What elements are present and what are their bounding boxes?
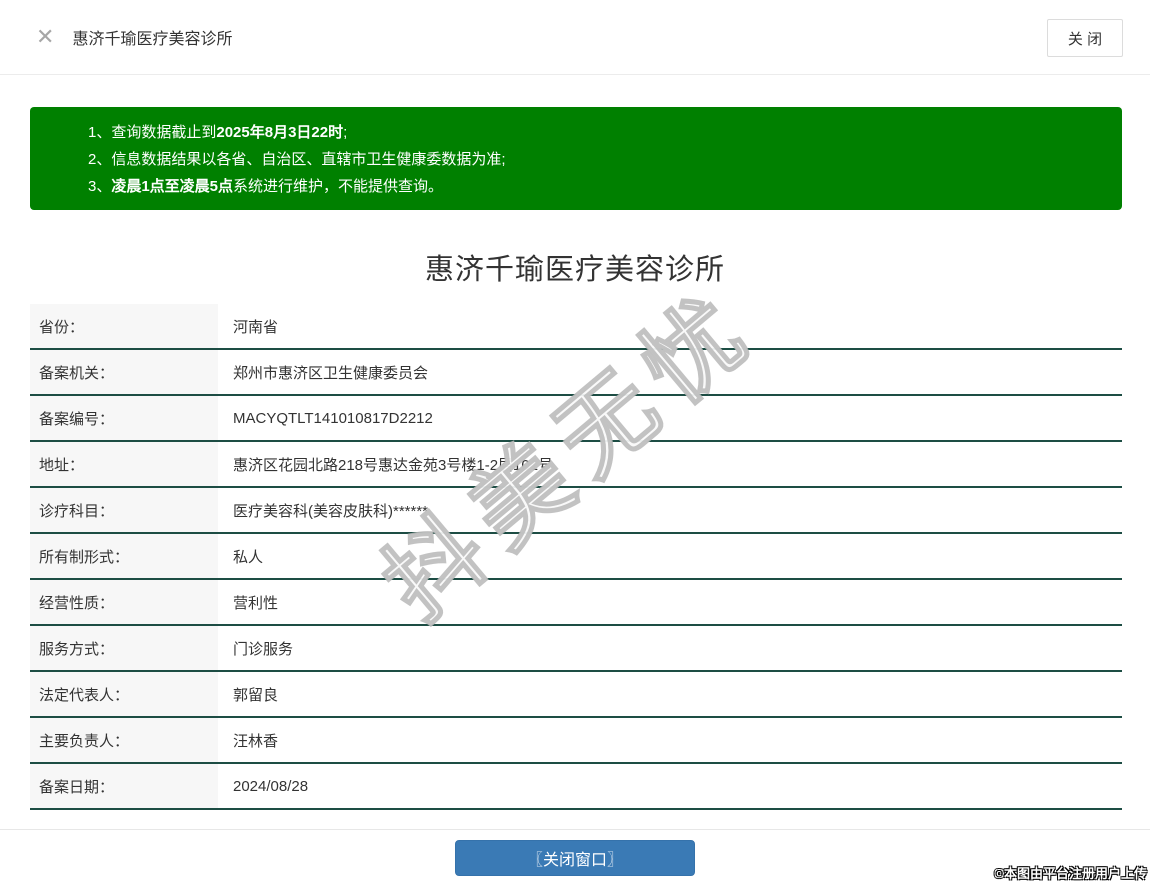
table-row: 备案日期： 2024/08/28 xyxy=(30,764,1122,810)
row-label: 备案编号： xyxy=(30,396,218,440)
notice-box: 1、查询数据截止到2025年8月3日22时; 2、信息数据结果以各省、自治区、直… xyxy=(30,107,1122,210)
row-value: 医疗美容科(美容皮肤科)****** xyxy=(218,488,1122,532)
notice-text: ; xyxy=(343,124,348,141)
table-row: 所有制形式： 私人 xyxy=(30,534,1122,580)
bottom-divider xyxy=(0,829,1150,830)
row-value: 惠济区花园北路218号惠达金苑3号楼1-2层101号 xyxy=(218,442,1122,486)
notice-num: 2、 xyxy=(88,151,112,168)
notice-text: 信息数据结果以各省、自治区、直辖市卫生健康委数据为准; xyxy=(111,151,506,168)
table-row: 法定代表人： 郭留良 xyxy=(30,672,1122,718)
notice-bold: 2025年8月3日22时 xyxy=(216,124,344,141)
row-value: 私人 xyxy=(218,534,1122,578)
notice-num: 3、 xyxy=(88,178,112,195)
notice-line-1: 1、查询数据截止到2025年8月3日22时; xyxy=(88,119,1102,146)
table-row: 备案机关： 郑州市惠济区卫生健康委员会 xyxy=(30,350,1122,396)
notice-num: 1、 xyxy=(88,124,112,141)
row-value: 汪林香 xyxy=(218,718,1122,762)
table-row: 主要负责人： 汪林香 xyxy=(30,718,1122,764)
notice-line-3: 3、凌晨1点至凌晨5点系统进行维护，不能提供查询。 xyxy=(88,173,1102,200)
row-value: 郭留良 xyxy=(218,672,1122,716)
row-label: 备案机关： xyxy=(30,350,218,394)
row-label: 经营性质： xyxy=(30,580,218,624)
info-table: 省份： 河南省 备案机关： 郑州市惠济区卫生健康委员会 备案编号： MACYQT… xyxy=(30,304,1122,810)
row-value: 门诊服务 xyxy=(218,626,1122,670)
close-button[interactable]: 关 闭 xyxy=(1047,19,1123,57)
row-value: 郑州市惠济区卫生健康委员会 xyxy=(218,350,1122,394)
row-label: 法定代表人： xyxy=(30,672,218,716)
row-label: 服务方式： xyxy=(30,626,218,670)
row-label: 所有制形式： xyxy=(30,534,218,578)
notice-line-2: 2、信息数据结果以各省、自治区、直辖市卫生健康委数据为准; xyxy=(88,146,1102,173)
top-bar: ✕ 惠济千瑜医疗美容诊所 关 闭 xyxy=(0,0,1150,75)
row-label: 主要负责人： xyxy=(30,718,218,762)
row-label: 省份： xyxy=(30,304,218,348)
notice-text: 查询数据截止到 xyxy=(111,124,217,141)
table-row: 诊疗科目： 医疗美容科(美容皮肤科)****** xyxy=(30,488,1122,534)
window-title: 惠济千瑜医疗美容诊所 xyxy=(72,31,233,48)
notice-bold: 凌晨1点至凌晨5点 xyxy=(111,178,234,195)
page-title: 惠济千瑜医疗美容诊所 xyxy=(424,254,725,286)
row-label: 备案日期： xyxy=(30,764,218,808)
button-area: 〖关闭窗口〗 xyxy=(0,840,1150,876)
close-window-button[interactable]: 〖关闭窗口〗 xyxy=(455,840,695,876)
row-value: 2024/08/28 xyxy=(218,764,1122,808)
row-label: 诊疗科目： xyxy=(30,488,218,532)
table-row: 服务方式： 门诊服务 xyxy=(30,626,1122,672)
row-value: 营利性 xyxy=(218,580,1122,624)
table-row: 地址： 惠济区花园北路218号惠达金苑3号楼1-2层101号 xyxy=(30,442,1122,488)
row-label: 地址： xyxy=(30,442,218,486)
close-x-icon[interactable]: ✕ xyxy=(36,26,54,48)
notice-text: 系统进行维护，不能提供查询。 xyxy=(233,178,444,195)
table-row: 经营性质： 营利性 xyxy=(30,580,1122,626)
table-row: 省份： 河南省 xyxy=(30,304,1122,350)
row-value: MACYQTLT141010817D2212 xyxy=(218,396,1122,440)
row-value: 河南省 xyxy=(218,304,1122,348)
table-row: 备案编号： MACYQTLT141010817D2212 xyxy=(30,396,1122,442)
